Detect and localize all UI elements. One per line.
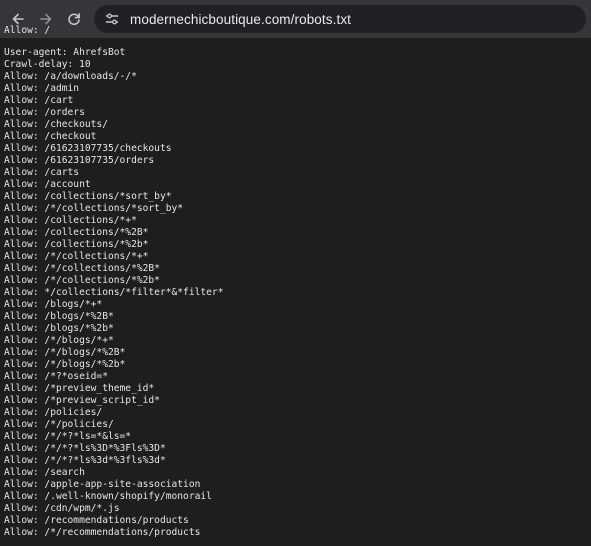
robots-line: Allow: /cdn/wpm/*.js [4,503,120,514]
robots-line: Allow: /checkout [4,131,97,142]
robots-line: Allow: /collections/*%2b* [4,239,149,250]
robots-line: Allow: /*preview_script_id* [4,395,160,406]
robots-line: Allow: /blogs/*+* [4,299,103,310]
robots-line: Allow: /*/*?*ls%3d*%3fls%3d* [4,455,166,466]
robots-line: Allow: /*/*?*ls=*&ls=* [4,431,132,442]
robots-line: Allow: /*/blogs/*+* [4,335,114,346]
robots-txt-content: Allow: / User-agent: AhrefsBot Crawl-dela… [0,25,591,546]
robots-line: Allow: /account [4,179,91,190]
robots-line: Allow: /collections/*%2B* [4,227,149,238]
robots-line: Allow: /admin [4,83,80,94]
robots-line: Allow: /collections/*sort_by* [4,191,172,202]
robots-line: Allow: /search [4,467,85,478]
robots-line: Allow: /orders [4,107,85,118]
robots-line: User-agent: AhrefsBot [4,47,126,58]
robots-line: Allow: /*preview_theme_id* [4,383,155,394]
robots-line: Allow: /checkouts/ [4,119,108,130]
robots-line: Allow: /*/blogs/*%2B* [4,347,126,358]
robots-line: Allow: /*/recommendations/products [4,527,201,538]
robots-line: Allow: /cart [4,95,74,106]
robots-line: Allow: /.well-known/shopify/monorail [4,491,212,502]
robots-line: Allow: /*?*oseid=* [4,371,108,382]
robots-line: Allow: /a/downloads/-/* [4,71,137,82]
robots-line: Allow: */collections/*filter*&*filter* [4,287,224,298]
robots-line: Allow: /blogs/*%2b* [4,323,114,334]
robots-line: Allow: /*/collections/*sort_by* [4,203,184,214]
tune-icon [105,13,119,25]
robots-line: Allow: /*/*?*ls%3D*%3Fls%3D* [4,443,166,454]
robots-line: Crawl-delay: 10 [4,59,91,70]
robots-line: Allow: /policies/ [4,407,103,418]
robots-line: Allow: /apple-app-site-association [4,479,201,490]
robots-line: Allow: /*/collections/*+* [4,251,149,262]
robots-line: Allow: /recommendations/products [4,515,189,526]
robots-line: Allow: /61623107735/checkouts [4,143,172,154]
robots-line: Allow: /*/collections/*%2b* [4,275,160,286]
robots-line: Allow: /collections/*+* [4,215,137,226]
robots-line: Allow: /*/blogs/*%2b* [4,359,126,370]
partial-top-line: Allow: / [4,25,51,36]
robots-line: Allow: /blogs/*%2B* [4,311,114,322]
blank-line [4,37,591,47]
robots-line: Allow: /*/collections/*%2B* [4,263,160,274]
robots-lines: Allow: / User-agent: AhrefsBot Crawl-dela… [0,25,591,539]
robots-line: Allow: /carts [4,167,80,178]
robots-line: Allow: /61623107735/orders [4,155,155,166]
robots-line: Allow: /*/policies/ [4,419,114,430]
